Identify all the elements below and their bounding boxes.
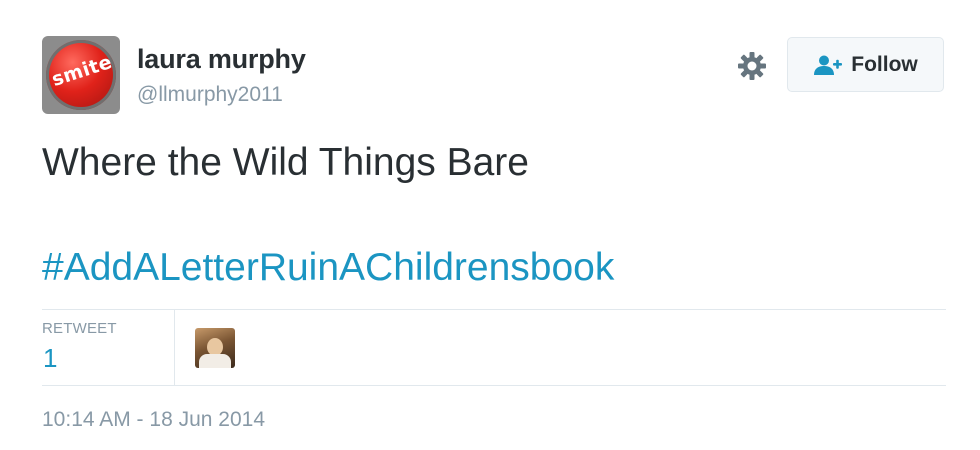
tweet-card: smite laura murphy @llmurphy2011 Follow [0, 0, 980, 450]
retweeter-body [199, 354, 231, 368]
tweet-text: Where the Wild Things Bare [42, 141, 529, 184]
avatar[interactable]: smite [42, 36, 120, 114]
gear-icon[interactable] [736, 50, 768, 82]
retweet-count[interactable]: 1 [43, 343, 57, 374]
follow-label: Follow [851, 52, 918, 76]
user-handle[interactable]: @llmurphy2011 [137, 83, 283, 107]
retweet-label: RETWEET [42, 320, 117, 337]
hashtag-link[interactable]: #AddALetterRuinAChildrensbook [42, 243, 614, 293]
tweet-timestamp[interactable]: 10:14 AM - 18 Jun 2014 [42, 408, 265, 432]
stats-divider-bottom [42, 385, 946, 386]
display-name[interactable]: laura murphy [137, 44, 306, 75]
stats-divider-vertical [174, 310, 175, 385]
retweeter-avatar[interactable] [195, 328, 235, 368]
stats-divider-top [42, 309, 946, 310]
add-user-icon [814, 55, 843, 75]
follow-button[interactable]: Follow [787, 37, 944, 92]
